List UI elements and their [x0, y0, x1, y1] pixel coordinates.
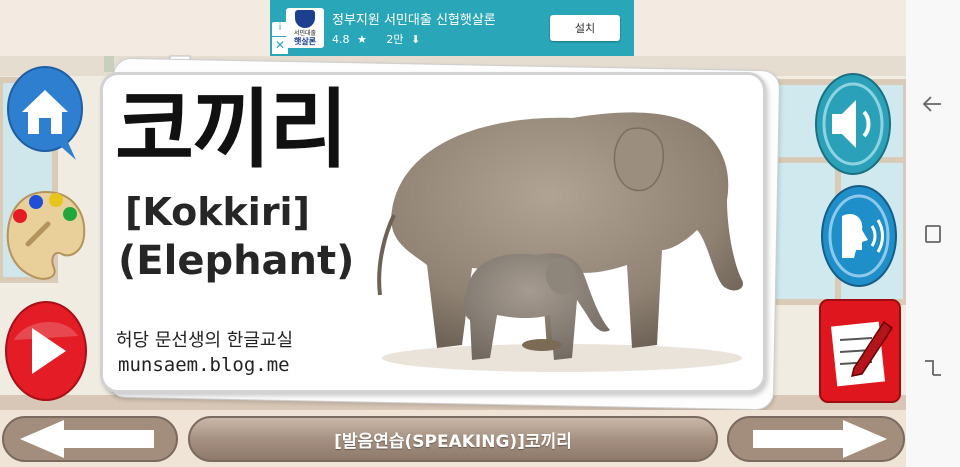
credit-url: munsaem.blog.me: [118, 354, 290, 376]
word-english: (Elephant): [118, 238, 355, 284]
system-navigation-bar: [906, 0, 960, 467]
word-romanized: [Kokkiri]: [125, 190, 310, 234]
ad-title: 정부지원 서민대출 신협햇살론: [332, 13, 496, 28]
overview-icon[interactable]: [921, 222, 945, 246]
star-icon: ★: [357, 33, 367, 46]
play-button[interactable]: [4, 300, 88, 402]
back-icon[interactable]: [921, 92, 945, 116]
palette-icon: [6, 190, 86, 280]
word-korean: 코끼리: [115, 80, 348, 180]
palette-button[interactable]: [4, 184, 88, 284]
ad-downloads: 2만: [386, 33, 404, 46]
quiz-button[interactable]: [818, 298, 902, 404]
home-button[interactable]: [6, 64, 84, 162]
elephant-image: [377, 112, 743, 372]
ad-logo-line2: 햇살론: [293, 37, 317, 46]
lesson-title: [발음연습(SPEAKING)]코끼리: [188, 416, 718, 462]
ad-banner[interactable]: 서민대출 햇살론 정부지원 서민대출 신협햇살론 4.8 ★ 2만 ⬇ 설치 i…: [270, 0, 634, 56]
ad-meta: 4.8 ★ 2만 ⬇: [332, 31, 420, 47]
app-screen: 서민대출 햇살론 정부지원 서민대출 신협햇살론 4.8 ★ 2만 ⬇ 설치 i…: [0, 0, 906, 467]
ad-logo: 서민대출 햇살론: [286, 8, 324, 48]
download-icon: ⬇: [411, 33, 421, 46]
recents-icon[interactable]: [921, 355, 945, 379]
ad-close-icon[interactable]: ✕: [272, 37, 288, 54]
speak-button[interactable]: [820, 184, 898, 288]
sound-button[interactable]: [814, 72, 892, 176]
credit-korean: 허당 문선생의 한글교실: [116, 330, 294, 351]
ad-install-button[interactable]: 설치: [550, 15, 620, 41]
next-button[interactable]: [727, 416, 905, 462]
previous-button[interactable]: [2, 416, 178, 462]
ad-info-icon[interactable]: i: [272, 22, 288, 36]
ad-logo-shield: [295, 10, 315, 28]
ad-rating: 4.8: [332, 33, 350, 46]
